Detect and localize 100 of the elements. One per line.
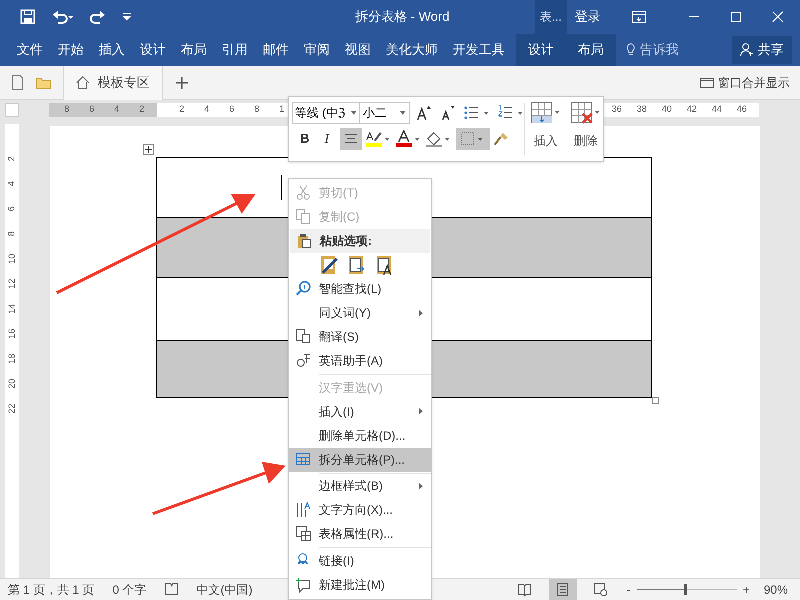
italic-button[interactable]: I	[318, 129, 336, 149]
ruler-number: 36	[612, 103, 622, 116]
ruler-number: 2	[7, 156, 17, 162]
table-icon	[296, 452, 312, 468]
submenu-arrow-icon	[419, 310, 423, 316]
menu-item[interactable]: 删除单元格(D)...	[289, 424, 431, 448]
view-button[interactable]	[548, 579, 577, 600]
close-icon	[772, 11, 784, 23]
ruler-number: 14	[7, 304, 17, 314]
menu-item[interactable]: 同义词(Y)	[289, 301, 431, 325]
ruler-number: 2	[138, 103, 146, 116]
menu-item[interactable]: 翻译(S)	[289, 325, 431, 349]
format-painter-icon	[494, 131, 510, 147]
window-icon	[700, 78, 714, 88]
share-button[interactable]: 共享	[732, 36, 792, 64]
person-add-icon	[740, 43, 754, 57]
delete-table-icon	[571, 102, 601, 126]
ruler-number: 12	[7, 279, 17, 289]
caret-icon	[400, 111, 406, 115]
zoom-out-button[interactable]: -	[626, 580, 631, 598]
menu-item[interactable]: 插入(I)	[289, 400, 431, 424]
zoom-level[interactable]: 90%	[764, 580, 788, 598]
ruler-number: 44	[712, 103, 722, 116]
page-count[interactable]: 第 1 页，共 1 页	[8, 580, 95, 598]
submenu-arrow-icon	[419, 408, 423, 416]
lightbulb-icon	[626, 43, 636, 57]
ruler-number: 42	[687, 103, 697, 116]
font-dropdown[interactable]: 等线 (中ℨ	[292, 102, 360, 124]
zoom-slider[interactable]	[636, 584, 737, 595]
delete-button[interactable]: 删除	[571, 102, 601, 161]
menu-item[interactable]: 表格属性(R)...	[289, 522, 431, 546]
ribbon-display-icon	[632, 11, 646, 23]
save-icon	[20, 9, 36, 25]
menu-item[interactable]: 英语助手(A)	[289, 349, 431, 373]
comment-icon	[296, 577, 312, 594]
template-tab[interactable]: 模板专区	[63, 66, 163, 100]
ribbon-tab[interactable]: 设计	[528, 40, 554, 60]
ruler-number: 4	[203, 103, 210, 116]
customize-icon	[122, 12, 132, 22]
print-layout-icon	[556, 582, 570, 596]
menu-item[interactable]: 链接(I)	[289, 549, 431, 574]
add-tab-icon	[175, 76, 189, 90]
menu-item[interactable]: 拆分单元格(P)...	[289, 448, 431, 472]
font-size-dropdown[interactable]: 小二	[360, 102, 410, 124]
home-icon	[76, 76, 90, 90]
paste-options-heading: 粘贴选项:	[290, 229, 430, 253]
ruler-number: 4	[7, 182, 17, 186]
web-layout-icon	[594, 582, 608, 596]
ribbon-tab[interactable]: 邮件	[263, 40, 289, 60]
ribbon-tab[interactable]: 视图	[345, 40, 371, 60]
context-tab-label: 表...	[535, 0, 567, 34]
merge-formatting-button[interactable]	[347, 253, 367, 277]
ruler-number: 6	[88, 103, 96, 116]
shrink-font-icon	[440, 105, 456, 121]
login-button[interactable]: 登录	[567, 7, 609, 27]
undo-icon	[52, 9, 74, 25]
document-icon	[296, 329, 312, 345]
keep-formatting-button[interactable]	[319, 253, 339, 277]
ribbon-tab[interactable]: 设计	[140, 40, 166, 60]
bold-button[interactable]: B	[296, 129, 314, 149]
merge-windows-button[interactable]: 窗口合并显示	[700, 74, 790, 92]
ribbon-tab[interactable]: 插入	[99, 40, 125, 60]
ruler-number: 8	[7, 232, 17, 236]
text-cursor	[281, 175, 282, 200]
zoom-in-button[interactable]: +	[742, 580, 750, 598]
ribbon-tab[interactable]: 审阅	[304, 40, 330, 60]
ruler-number: 22	[7, 404, 17, 414]
zoom-thumb[interactable]	[684, 584, 686, 595]
ruler-number: 38	[637, 103, 647, 116]
insert-rows-icon	[531, 102, 561, 126]
resize-handle[interactable]	[652, 397, 659, 404]
highlight-icon	[366, 130, 392, 148]
menu-item[interactable]: 智能查找(L)	[289, 277, 431, 301]
ribbon-tab[interactable]: 布局	[578, 40, 604, 60]
new-document-icon	[12, 75, 24, 90]
borders-button[interactable]	[456, 128, 490, 150]
ruler-number: 2	[178, 103, 186, 116]
ribbon-tab[interactable]: 开发工具	[453, 40, 505, 60]
language-indicator[interactable]: 中文(中国)	[196, 580, 253, 598]
ribbon-tab[interactable]: 布局	[181, 40, 207, 60]
ruler-number: 16	[7, 329, 17, 339]
ruler-number: 46	[737, 103, 747, 116]
ribbon-tab[interactable]: 引用	[222, 40, 248, 60]
ruler-number: 6	[7, 206, 17, 212]
word-count[interactable]: 0 个字	[112, 580, 147, 598]
ruler-number: 8	[253, 103, 260, 116]
maximize-icon	[730, 11, 742, 23]
center-button[interactable]	[340, 128, 362, 150]
ribbon-tab[interactable]: 开始	[58, 40, 84, 60]
ribbon-tab[interactable]: 文件	[17, 40, 43, 60]
menu-item[interactable]: 新建批注(M)	[289, 573, 431, 598]
menu-item[interactable]: 文字方向(X)...	[289, 498, 431, 522]
tell-me-button[interactable]: 告诉我	[626, 40, 679, 60]
ribbon-tab[interactable]: 美化大师	[386, 40, 438, 60]
folder-icon	[36, 76, 51, 88]
menu-item[interactable]: 边框样式(B)	[289, 474, 431, 498]
insert-button[interactable]: 插入	[531, 102, 561, 161]
copy-icon	[296, 209, 312, 225]
read-mode-icon	[518, 582, 532, 596]
ruler-number: 40	[662, 103, 672, 116]
